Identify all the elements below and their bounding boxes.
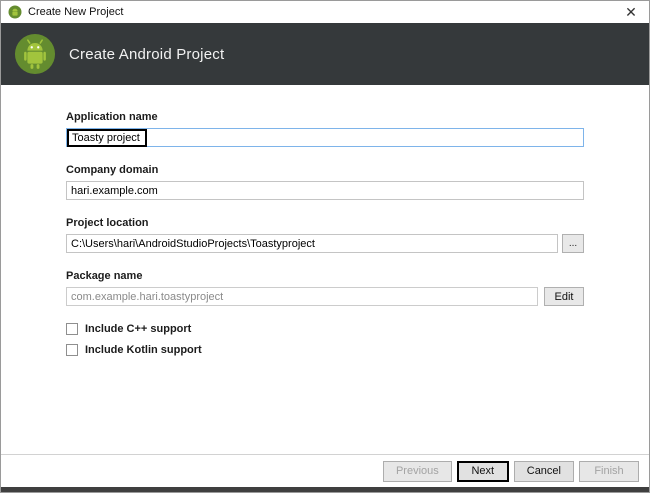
include-cpp-row[interactable]: Include C++ support [66, 323, 584, 335]
previous-button: Previous [383, 461, 452, 482]
android-logo-icon [14, 33, 56, 75]
wizard-header: Create Android Project [1, 23, 649, 85]
include-cpp-checkbox[interactable] [66, 323, 78, 335]
edit-package-button[interactable]: Edit [544, 287, 584, 306]
project-location-label: Project location [66, 217, 584, 229]
finish-button: Finish [579, 461, 639, 482]
dialog-footer: Previous Next Cancel Finish [1, 454, 649, 487]
close-button[interactable]: ✕ [613, 1, 649, 23]
include-kotlin-label: Include Kotlin support [85, 344, 202, 356]
package-name-value: com.example.hari.toastyproject [71, 291, 223, 303]
browse-button[interactable]: ... [562, 234, 584, 253]
package-name-label: Package name [66, 270, 584, 282]
project-location-field: Project location C:\Users\hari\AndroidSt… [66, 217, 584, 253]
company-domain-field: Company domain hari.example.com [66, 164, 584, 200]
form-body: Application name Toasty project Company … [1, 85, 649, 454]
include-cpp-label: Include C++ support [85, 323, 191, 335]
support-options: Include C++ support Include Kotlin suppo… [66, 323, 584, 356]
application-name-input[interactable]: Toasty project [66, 128, 584, 147]
company-domain-input[interactable]: hari.example.com [66, 181, 584, 200]
next-button[interactable]: Next [457, 461, 509, 482]
title-bar: Create New Project ✕ [1, 1, 649, 23]
wizard-title: Create Android Project [69, 46, 224, 63]
company-domain-label: Company domain [66, 164, 584, 176]
include-kotlin-row[interactable]: Include Kotlin support [66, 344, 584, 356]
project-location-value: C:\Users\hari\AndroidStudioProjects\Toas… [71, 238, 315, 250]
window-bottom-edge [1, 487, 649, 492]
application-name-field: Application name Toasty project [66, 111, 584, 147]
application-name-label: Application name [66, 111, 584, 123]
android-studio-icon [8, 5, 22, 19]
project-location-input[interactable]: C:\Users\hari\AndroidStudioProjects\Toas… [66, 234, 558, 253]
create-new-project-dialog: Create New Project ✕ Create Android P [0, 0, 650, 493]
company-domain-value: hari.example.com [71, 185, 158, 197]
package-name-field: Package name com.example.hari.toastyproj… [66, 270, 584, 306]
package-name-input: com.example.hari.toastyproject [66, 287, 538, 306]
cancel-button[interactable]: Cancel [514, 461, 574, 482]
window-title: Create New Project [28, 6, 613, 18]
include-kotlin-checkbox[interactable] [66, 344, 78, 356]
application-name-value: Toasty project [67, 129, 147, 147]
